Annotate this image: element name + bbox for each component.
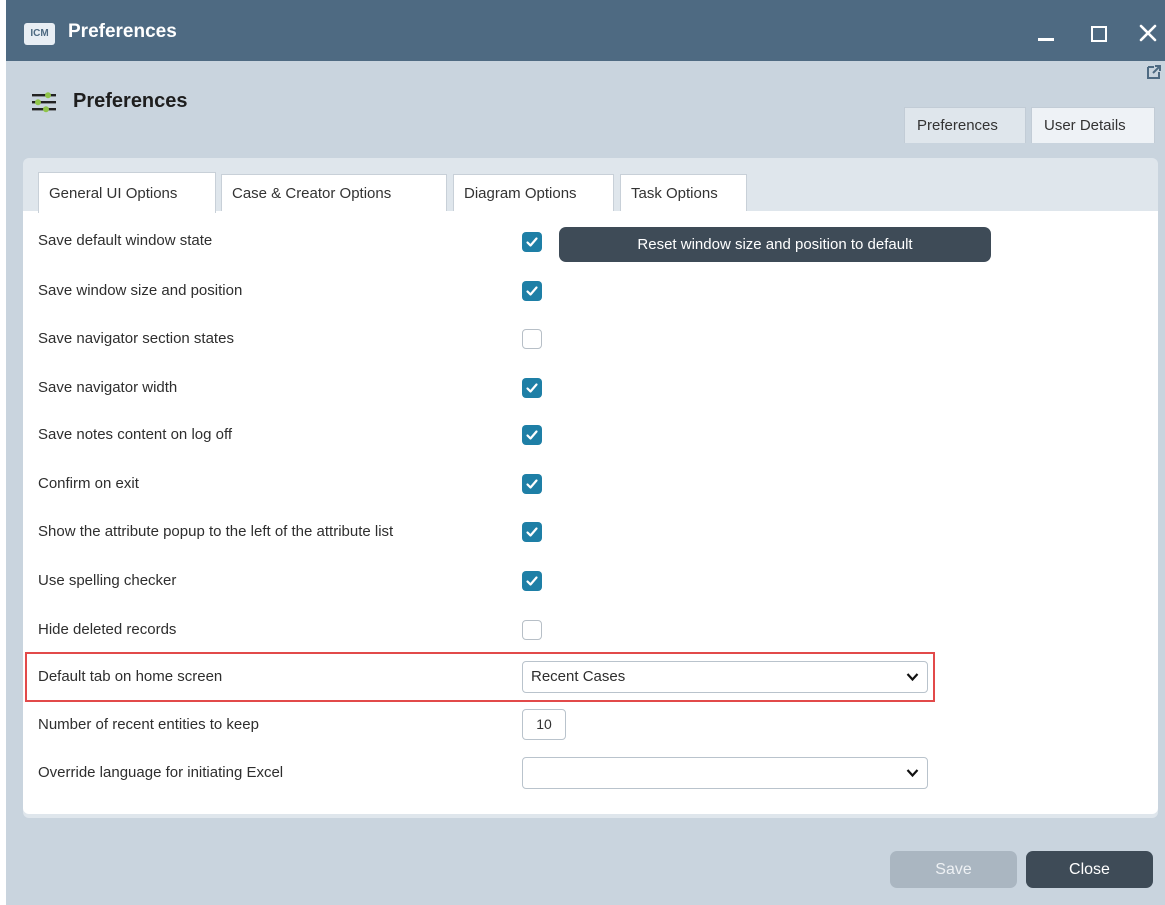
page-title: Preferences — [73, 90, 188, 112]
checkbox-attribute-popup-left[interactable] — [522, 522, 542, 542]
close-window-button[interactable] — [1132, 18, 1164, 48]
close-button[interactable]: Close — [1026, 851, 1153, 888]
preferences-sliders-icon — [32, 92, 56, 113]
option-label-save-window-size: Save window size and position — [38, 282, 243, 299]
popout-icon[interactable] — [1146, 64, 1162, 80]
checkmark-icon — [526, 383, 538, 393]
maximize-button[interactable] — [1083, 18, 1115, 48]
checkmark-icon — [526, 576, 538, 586]
default-tab-value: Recent Cases — [531, 668, 626, 685]
tab-diagram-options[interactable]: Diagram Options — [453, 174, 614, 211]
checkmark-icon — [526, 479, 538, 489]
tab-user-details[interactable]: User Details — [1031, 107, 1155, 143]
save-button[interactable]: Save — [890, 851, 1017, 888]
checkbox-confirm-on-exit[interactable] — [522, 474, 542, 494]
tab-case-creator-options[interactable]: Case & Creator Options — [221, 174, 447, 211]
option-label-excel-language: Override language for initiating Excel — [38, 764, 284, 781]
excel-language-select[interactable] — [522, 757, 928, 789]
general-ui-options-content: Save default window state Reset window s… — [23, 211, 1158, 814]
maximize-icon — [1091, 26, 1107, 43]
app-logo: ICM — [24, 23, 55, 45]
minimize-button[interactable] — [1030, 18, 1062, 48]
tab-preferences[interactable]: Preferences — [904, 107, 1026, 143]
preferences-window: ICM Preferences Preferences Preferences … — [6, 0, 1165, 905]
option-label-save-default-window-state: Save default window state — [38, 232, 213, 249]
chevron-down-icon — [906, 769, 919, 778]
option-label-attribute-popup-left: Show the attribute popup to the left of … — [38, 523, 394, 540]
title-bar[interactable]: ICM Preferences — [6, 0, 1165, 61]
checkbox-hide-deleted-records[interactable] — [522, 620, 542, 640]
tab-general-ui-options[interactable]: General UI Options — [38, 172, 216, 213]
checkmark-icon — [526, 286, 538, 296]
checkbox-save-navigator-width[interactable] — [522, 378, 542, 398]
option-label-save-navigator-width: Save navigator width — [38, 379, 178, 396]
chevron-down-icon — [906, 673, 919, 682]
preferences-panel: General UI Options Case & Creator Option… — [23, 158, 1158, 818]
recent-entities-input[interactable]: 10 — [522, 709, 566, 740]
option-label-hide-deleted-records: Hide deleted records — [38, 621, 177, 638]
tab-task-options[interactable]: Task Options — [620, 174, 747, 211]
checkbox-spelling-checker[interactable] — [522, 571, 542, 591]
minimize-icon — [1038, 37, 1054, 41]
checkbox-save-window-size[interactable] — [522, 281, 542, 301]
checkmark-icon — [526, 527, 538, 537]
checkmark-icon — [526, 430, 538, 440]
reset-window-button[interactable]: Reset window size and position to defaul… — [559, 227, 991, 262]
option-label-default-tab: Default tab on home screen — [38, 668, 223, 685]
window-title: Preferences — [68, 21, 177, 42]
option-label-save-notes-content: Save notes content on log off — [38, 426, 233, 443]
checkbox-save-notes-content[interactable] — [522, 425, 542, 445]
option-label-save-navigator-section-states: Save navigator section states — [38, 330, 234, 347]
checkmark-icon — [526, 237, 538, 247]
option-label-confirm-on-exit: Confirm on exit — [38, 475, 139, 492]
checkbox-save-default-window-state[interactable] — [522, 232, 542, 252]
default-tab-select[interactable]: Recent Cases — [522, 661, 928, 693]
option-label-spelling-checker: Use spelling checker — [38, 572, 177, 589]
checkbox-save-navigator-section-states[interactable] — [522, 329, 542, 349]
close-icon — [1139, 24, 1157, 42]
option-label-recent-entities: Number of recent entities to keep — [38, 716, 259, 733]
